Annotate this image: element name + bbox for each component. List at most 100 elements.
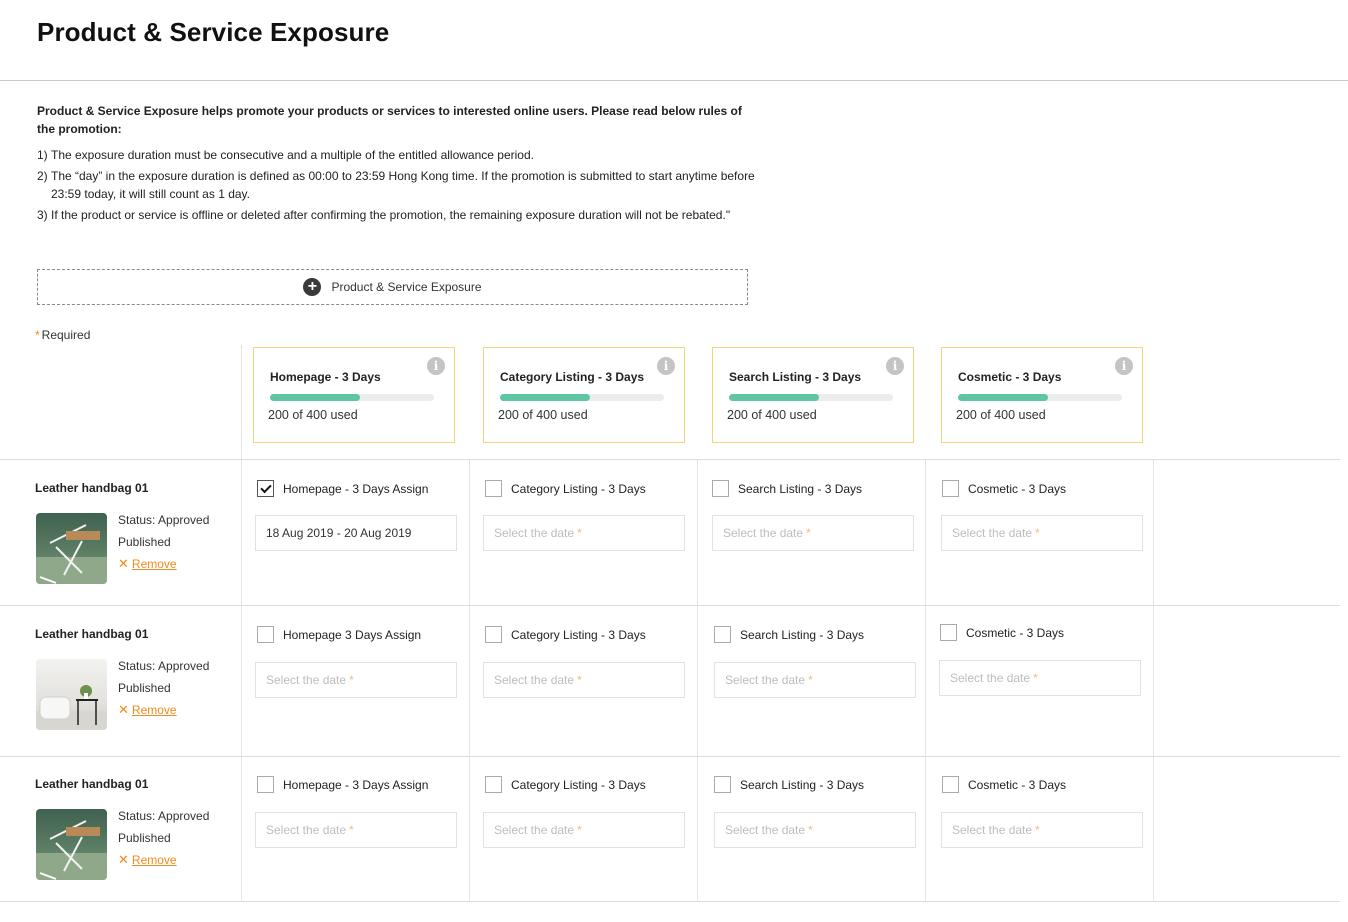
- option-search-listing[interactable]: Search Listing - 3 Days: [714, 776, 864, 793]
- quota-title: Search Listing - 3 Days: [729, 370, 862, 384]
- page-title: Product & Service Exposure: [37, 17, 390, 47]
- quota-title: Cosmetic - 3 Days: [958, 370, 1062, 384]
- remove-link[interactable]: Remove: [132, 703, 177, 717]
- option-category-listing[interactable]: Category Listing - 3 Days: [485, 626, 646, 643]
- remove-action: ✕ Remove: [118, 553, 209, 575]
- rule-number: 1): [37, 148, 48, 162]
- option-label: Search Listing - 3 Days: [740, 627, 865, 642]
- quota-progress-track: [500, 394, 664, 401]
- option-homepage[interactable]: Homepage 3 Days Assign: [257, 626, 421, 643]
- add-exposure-button[interactable]: + Product & Service Exposure: [37, 269, 748, 305]
- product-thumbnail: [36, 513, 107, 584]
- quota-progress-fill: [729, 394, 820, 401]
- checkbox[interactable]: [942, 776, 959, 793]
- product-status: Status: Approved: [118, 809, 210, 823]
- required-asterisk: *: [1035, 823, 1040, 837]
- product-thumbnail: [36, 809, 107, 880]
- close-icon[interactable]: ✕: [118, 556, 129, 571]
- date-input[interactable]: Select the date *: [714, 662, 916, 698]
- date-placeholder: Select the date: [266, 823, 347, 837]
- option-cosmetic[interactable]: Cosmetic - 3 Days: [940, 624, 1064, 641]
- quota-card-category: Category Listing - 3 Days i 200 of 400 u…: [483, 347, 685, 443]
- product-status-block: Status: Approved Published ✕ Remove: [118, 655, 209, 721]
- intro-heading: Product & Service Exposure helps promote…: [37, 104, 742, 136]
- required-asterisk: *: [808, 673, 813, 687]
- option-category-listing[interactable]: Category Listing - 3 Days: [485, 480, 646, 497]
- option-label: Cosmetic - 3 Days: [968, 481, 1067, 496]
- info-icon[interactable]: i: [427, 357, 445, 375]
- product-status-block: Status: Approved Published ✕ Remove: [118, 509, 209, 575]
- checkbox[interactable]: [257, 626, 274, 643]
- option-label: Homepage 3 Days Assign: [283, 627, 422, 642]
- quota-progress-track: [270, 394, 434, 401]
- rule-number: 3): [37, 208, 48, 222]
- option-homepage[interactable]: Homepage - 3 Days Assign: [257, 776, 428, 793]
- date-input[interactable]: Select the date *: [483, 515, 685, 551]
- date-input[interactable]: Select the date *: [712, 515, 914, 551]
- date-range-input[interactable]: 18 Aug 2019 - 20 Aug 2019: [255, 515, 457, 551]
- option-label: Cosmetic - 3 Days: [966, 625, 1065, 640]
- quota-used-text: 200 of 400 used: [956, 408, 1046, 422]
- close-icon[interactable]: ✕: [118, 702, 129, 717]
- checkbox[interactable]: [485, 480, 502, 497]
- row-divider: [0, 459, 1340, 460]
- option-search-listing[interactable]: Search Listing - 3 Days: [714, 626, 864, 643]
- date-input[interactable]: Select the date *: [941, 812, 1143, 848]
- remove-link[interactable]: Remove: [132, 853, 177, 867]
- option-label: Category Listing - 3 Days: [511, 627, 646, 642]
- option-cosmetic[interactable]: Cosmetic - 3 Days: [942, 480, 1066, 497]
- option-category-listing[interactable]: Category Listing - 3 Days: [485, 776, 646, 793]
- date-input[interactable]: Select the date *: [939, 660, 1141, 696]
- checkbox[interactable]: [485, 776, 502, 793]
- option-homepage[interactable]: Homepage - 3 Days Assign: [257, 480, 428, 497]
- option-label: Homepage - 3 Days Assign: [283, 481, 429, 496]
- rule-item: 2) The “day” in the exposure duration is…: [37, 167, 757, 203]
- date-placeholder: Select the date: [725, 673, 806, 687]
- column-divider: [469, 460, 470, 901]
- date-input[interactable]: Select the date *: [255, 662, 457, 698]
- intro-section: Product & Service Exposure helps promote…: [37, 102, 757, 227]
- plus-circle-icon: +: [303, 278, 322, 296]
- checkbox[interactable]: [942, 480, 959, 497]
- checkbox[interactable]: [940, 624, 957, 641]
- remove-link[interactable]: Remove: [132, 557, 177, 571]
- info-icon[interactable]: i: [886, 357, 904, 375]
- checkbox[interactable]: [714, 626, 731, 643]
- date-placeholder: Select the date: [266, 673, 347, 687]
- quota-card-search: Search Listing - 3 Days i 200 of 400 use…: [712, 347, 914, 443]
- date-input[interactable]: Select the date *: [714, 812, 916, 848]
- product-published: Published: [118, 535, 171, 549]
- option-label: Search Listing - 3 Days: [738, 481, 863, 496]
- date-input[interactable]: Select the date *: [483, 812, 685, 848]
- checkbox[interactable]: [712, 480, 729, 497]
- date-input[interactable]: Select the date *: [941, 515, 1143, 551]
- product-status-block: Status: Approved Published ✕ Remove: [118, 805, 209, 871]
- required-asterisk: *: [1033, 671, 1038, 685]
- checkbox-checked[interactable]: [257, 480, 274, 497]
- required-label: Required: [41, 328, 91, 342]
- required-asterisk: *: [806, 526, 811, 540]
- rule-item: 3) If the product or service is offline …: [37, 206, 757, 224]
- option-search-listing[interactable]: Search Listing - 3 Days: [712, 480, 862, 497]
- date-input[interactable]: Select the date *: [483, 662, 685, 698]
- quota-title: Homepage - 3 Days: [270, 370, 381, 384]
- quota-progress-fill: [958, 394, 1049, 401]
- info-icon[interactable]: i: [657, 357, 675, 375]
- remove-action: ✕ Remove: [118, 699, 209, 721]
- rule-text: The “day” in the exposure duration is de…: [51, 169, 755, 201]
- furniture-image: [36, 685, 107, 730]
- required-note: * Required: [35, 328, 90, 342]
- info-icon[interactable]: i: [1115, 357, 1133, 375]
- date-input[interactable]: Select the date *: [255, 812, 457, 848]
- required-asterisk: *: [35, 328, 40, 342]
- close-icon[interactable]: ✕: [118, 852, 129, 867]
- checkbox[interactable]: [485, 626, 502, 643]
- date-placeholder: Select the date: [952, 823, 1033, 837]
- checkbox[interactable]: [714, 776, 731, 793]
- date-placeholder: Select the date: [950, 671, 1031, 685]
- required-asterisk: *: [808, 823, 813, 837]
- product-name: Leather handbag 01: [35, 481, 149, 495]
- option-cosmetic[interactable]: Cosmetic - 3 Days: [942, 776, 1066, 793]
- checkbox[interactable]: [257, 776, 274, 793]
- required-asterisk: *: [577, 673, 582, 687]
